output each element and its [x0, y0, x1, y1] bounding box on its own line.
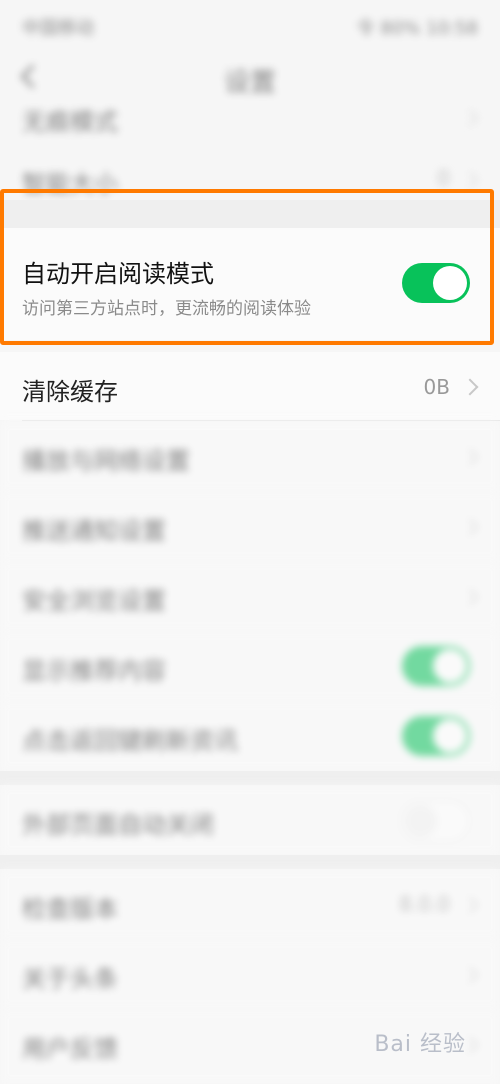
row-label: 关于头条 — [22, 965, 118, 993]
settings-row[interactable]: 播放与网络设置 — [0, 421, 500, 491]
settings-row[interactable]: 检查版本 8.0.0 — [0, 869, 500, 939]
chevron-right-icon — [461, 378, 479, 396]
settings-row[interactable]: 关于头条 — [0, 939, 500, 1009]
settings-row[interactable]: 外部页面自动关闭 — [0, 785, 500, 855]
settings-row[interactable]: 显示推荐内容 — [0, 631, 500, 701]
toggle-switch[interactable] — [400, 800, 470, 842]
toggle-switch[interactable] — [402, 716, 470, 756]
chevron-right-icon — [461, 896, 479, 914]
clear-cache-label: 清除缓存 — [22, 378, 118, 406]
chevron-right-icon — [461, 588, 479, 606]
chevron-right-icon — [461, 171, 479, 189]
chevron-right-icon — [461, 448, 479, 466]
chevron-right-icon — [461, 109, 479, 127]
row-label: 点击返回键刷新资讯 — [22, 727, 238, 755]
settings-row[interactable]: 无痕模式 — [0, 88, 500, 148]
watermark: Bai 经验 — [374, 1032, 466, 1057]
row-label: 显示推荐内容 — [22, 657, 166, 685]
row-value: 0 — [437, 166, 450, 190]
status-bar: 中国移动 令 80% 10:58 — [0, 0, 500, 50]
toggle-knob — [433, 719, 467, 753]
settings-row[interactable]: 安全浏览设置 — [0, 561, 500, 631]
section-gap — [0, 771, 500, 785]
row-label: 推送通知设置 — [22, 517, 166, 545]
row-label: 无痕模式 — [22, 108, 118, 136]
toggle-knob — [433, 649, 467, 683]
row-label: 检查版本 — [22, 895, 118, 923]
toggle-switch[interactable] — [402, 646, 470, 686]
row-label: 用户反馈 — [22, 1035, 118, 1063]
clear-cache-row[interactable]: 清除缓存 0B — [0, 352, 500, 420]
orange-highlight-box — [0, 189, 494, 345]
section-gap — [0, 855, 500, 869]
row-label: 外部页面自动关闭 — [22, 811, 214, 839]
toggle-knob — [404, 804, 438, 838]
status-icons-text: 令 80% 10:58 — [356, 18, 478, 39]
chevron-right-icon — [461, 966, 479, 984]
settings-row[interactable]: 推送通知设置 — [0, 491, 500, 561]
carrier-text: 中国移动 — [22, 18, 94, 39]
row-value: 8.0.0 — [399, 892, 450, 916]
clear-cache-value: 0B — [423, 375, 450, 399]
chevron-right-icon — [461, 518, 479, 536]
row-label: 播放与网络设置 — [22, 447, 190, 475]
settings-row[interactable]: 点击返回键刷新资讯 — [0, 701, 500, 771]
row-label: 安全浏览设置 — [22, 587, 166, 615]
